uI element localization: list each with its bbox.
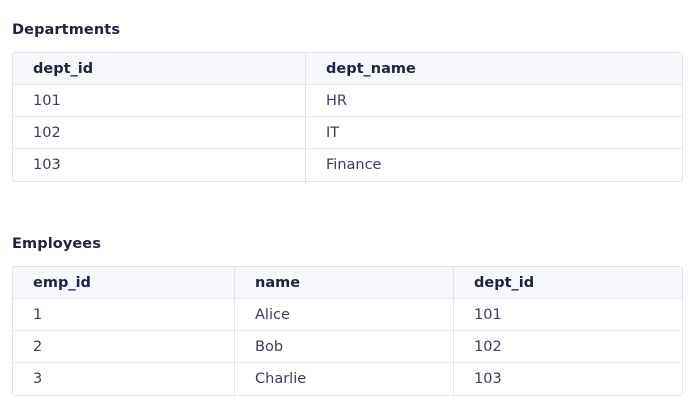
table-row: 1 Alice 101 xyxy=(13,299,682,331)
table-row: 102 IT xyxy=(13,117,682,149)
employees-table: emp_id name dept_id 1 Alice 101 2 Bob 10… xyxy=(12,266,683,396)
cell-dept-name: HR xyxy=(306,85,682,117)
column-header-dept-id: dept_id xyxy=(13,53,306,85)
cell-dept-id: 103 xyxy=(474,371,502,387)
cell-dept-id: 101 xyxy=(13,85,306,117)
column-header-name: name xyxy=(235,267,454,299)
cell-emp-id: 1 xyxy=(13,299,235,331)
cell-emp-id: 3 xyxy=(13,363,235,395)
departments-table: dept_id dept_name 101 HR 102 IT 103 Fina… xyxy=(12,52,683,182)
table-row: 103 Finance xyxy=(13,149,682,181)
cell-dept-id: 101 xyxy=(454,299,682,331)
cell-dept-id: 103 xyxy=(13,149,306,181)
table-header-row: dept_id dept_name xyxy=(13,53,682,85)
table-row: 2 Bob 102 xyxy=(13,331,682,363)
employees-title: Employees xyxy=(12,236,101,252)
table-header-row: emp_id name dept_id xyxy=(13,267,682,299)
column-header-dept-name: dept_name xyxy=(306,53,682,85)
cell-dept-name: Finance xyxy=(326,157,382,173)
cell-emp-id: 2 xyxy=(13,331,235,363)
cell-dept-name: IT xyxy=(306,117,682,149)
table-row: 3 Charlie 103 xyxy=(13,363,682,395)
cell-dept-id: 102 xyxy=(454,331,682,363)
cell-name: Charlie xyxy=(235,363,454,395)
departments-title: Departments xyxy=(12,22,121,38)
cell-name: Bob xyxy=(235,331,454,363)
cell-name: Alice xyxy=(235,299,454,331)
cell-dept-id: 102 xyxy=(13,117,306,149)
table-row: 101 HR xyxy=(13,85,682,117)
column-header-dept-id: dept_id xyxy=(454,267,682,299)
column-header-emp-id: emp_id xyxy=(13,267,235,299)
